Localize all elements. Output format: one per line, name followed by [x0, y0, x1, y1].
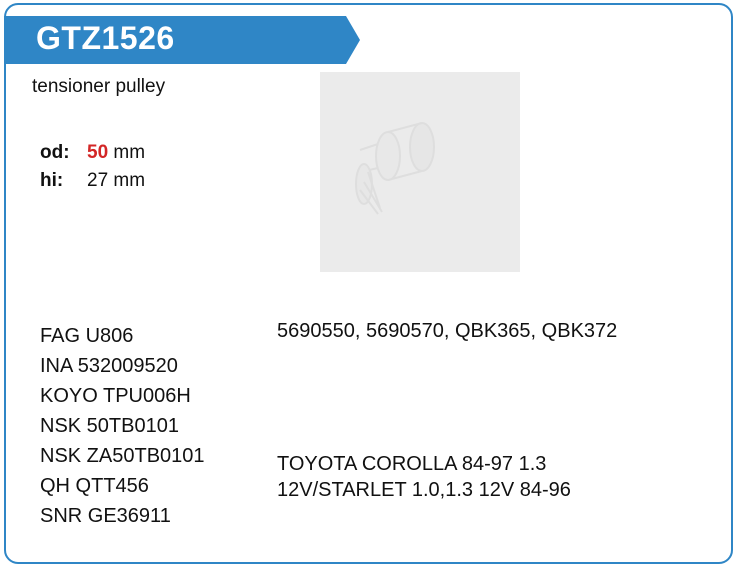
cross-reference-list: FAG U806 INA 532009520 KOYO TPU006H NSK …	[40, 321, 205, 531]
cross-reference-item: INA 532009520	[40, 355, 178, 377]
product-code: GTZ1526	[36, 20, 175, 56]
dimension-height: hi: 27 mm	[40, 170, 145, 192]
vehicle-applications: TOYOTA COROLLA 84-97 1.3 12V/STARLET 1.0…	[277, 451, 571, 503]
cross-reference-item: QH QTT456	[40, 475, 149, 497]
hi-label: hi:	[40, 170, 64, 191]
cross-reference-item: KOYO TPU006H	[40, 385, 191, 407]
od-value: 50	[87, 142, 109, 163]
cross-reference-item: NSK ZA50TB0101	[40, 445, 205, 467]
hi-value: 27 mm	[87, 170, 146, 191]
cross-reference-item: FAG U806	[40, 325, 134, 347]
product-type: tensioner pulley	[32, 76, 166, 97]
oe-numbers: 5690550, 5690570, QBK365, QBK372	[277, 320, 618, 342]
cross-reference-item: NSK 50TB0101	[40, 415, 179, 437]
pulley-image	[355, 122, 435, 215]
application-line: 12V/STARLET 1.0,1.3 12V 84-96	[277, 479, 571, 501]
cross-reference-item: SNR GE36911	[40, 505, 171, 527]
od-label: od:	[40, 142, 70, 163]
od-unit: mm	[113, 142, 146, 163]
product-photo	[320, 72, 520, 272]
dimension-outer-diameter: od: 50 mm	[40, 142, 145, 164]
application-line: TOYOTA COROLLA 84-97 1.3	[277, 453, 547, 475]
